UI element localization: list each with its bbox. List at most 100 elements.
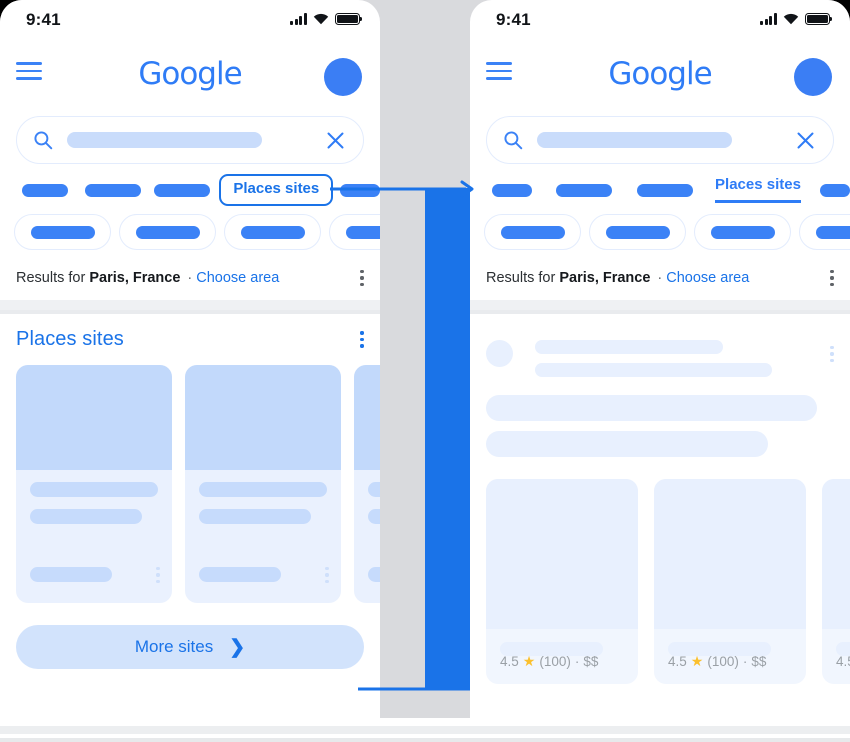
- filter-chip-2[interactable]: [119, 214, 216, 250]
- place-card[interactable]: 4.5 ★ (100) · $$: [486, 479, 638, 684]
- wifi-icon: [313, 13, 329, 25]
- place-title-placeholder: [30, 482, 158, 497]
- filter-chip-4[interactable]: [799, 214, 850, 250]
- places-card-carousel[interactable]: 4.5 ★ (100) · $$ 4.5 ★ (100) · $$ 4.: [470, 457, 850, 684]
- star-icon: ★: [522, 653, 536, 669]
- tab-places-sites[interactable]: Places sites: [715, 176, 801, 204]
- kebab-menu-icon[interactable]: [325, 566, 329, 583]
- tab-places-sites[interactable]: Places sites: [219, 174, 334, 206]
- tab-placeholder-1[interactable]: [22, 183, 68, 197]
- search-area: [470, 106, 850, 172]
- close-icon[interactable]: [326, 131, 345, 150]
- results-location: Paris, France: [89, 270, 181, 286]
- place-thumbnail: [354, 365, 380, 470]
- tab-placeholder-4[interactable]: [819, 183, 850, 197]
- app-bar: Google: [470, 44, 850, 106]
- status-time: 9:41: [26, 10, 61, 29]
- skeleton-line-1: [535, 340, 724, 354]
- filter-chip-3[interactable]: [224, 214, 321, 250]
- place-thumbnail: [654, 479, 806, 629]
- tab-strip[interactable]: Places sites: [470, 172, 850, 208]
- skeleton-bars: [470, 377, 850, 457]
- filter-chip-4[interactable]: [329, 214, 380, 250]
- backdrop-bottom: [0, 718, 850, 742]
- account-avatar[interactable]: [324, 58, 362, 96]
- filter-chip-2[interactable]: [589, 214, 686, 250]
- search-icon: [503, 130, 523, 150]
- kebab-menu-icon[interactable]: [830, 269, 834, 287]
- search-input[interactable]: [537, 132, 732, 148]
- place-action-placeholder[interactable]: [199, 567, 281, 583]
- star-icon: ★: [690, 653, 704, 669]
- rating-value: 4.5: [500, 654, 519, 669]
- place-action-placeholder[interactable]: [30, 567, 112, 583]
- search-bar[interactable]: [486, 116, 834, 164]
- tab-placeholder-3[interactable]: [154, 183, 211, 197]
- skeleton-header: [470, 314, 850, 377]
- places-card-carousel[interactable]: [0, 359, 380, 603]
- place-card[interactable]: [185, 365, 341, 603]
- place-thumbnail: [486, 479, 638, 629]
- chevron-right-icon: ❯: [229, 636, 246, 658]
- kebab-menu-icon[interactable]: [156, 566, 160, 583]
- skeleton-avatar: [486, 340, 513, 367]
- skeleton-title-lines: [535, 340, 820, 377]
- place-thumbnail: [185, 365, 341, 470]
- filter-chip-row[interactable]: [470, 208, 850, 256]
- more-sites-button[interactable]: More sites ❯: [16, 625, 364, 669]
- more-sites-wrap: More sites ❯: [0, 603, 380, 687]
- rating-separator: ·: [574, 654, 580, 669]
- choose-area-link[interactable]: Choose area: [666, 270, 749, 286]
- cellular-signal-icon: [760, 13, 777, 25]
- place-title-placeholder: [368, 482, 380, 497]
- tab-placeholder-4[interactable]: [340, 183, 380, 197]
- page-title: Places sites: [16, 328, 124, 350]
- filter-chip-row[interactable]: [0, 208, 380, 256]
- filter-chip-1[interactable]: [14, 214, 111, 250]
- place-rating: 4.5 ★ (100) · $$: [500, 653, 598, 670]
- bottom-gray-strip-2: [0, 738, 850, 742]
- kebab-menu-icon[interactable]: [830, 346, 834, 363]
- section-divider: [470, 300, 850, 310]
- kebab-menu-icon[interactable]: [360, 331, 364, 348]
- place-card[interactable]: 4.5 ★ (100) · $$: [654, 479, 806, 684]
- place-card[interactable]: [16, 365, 172, 603]
- results-prefix: Results for: [486, 270, 556, 286]
- app-bar: Google: [0, 44, 380, 106]
- place-action-placeholder[interactable]: [368, 567, 380, 583]
- tab-placeholder-2[interactable]: [84, 183, 141, 197]
- place-card-footer: [199, 566, 329, 583]
- tab-placeholder-1[interactable]: [492, 183, 532, 197]
- right-phone-screen: 9:41 Google Places sites Results for Par…: [470, 0, 850, 718]
- status-icons: [760, 13, 833, 25]
- close-icon[interactable]: [796, 131, 815, 150]
- choose-area-link[interactable]: Choose area: [196, 270, 279, 286]
- google-logo: Google: [608, 56, 712, 92]
- rating-value: 4.5: [668, 654, 687, 669]
- tab-placeholder-3[interactable]: [636, 183, 693, 197]
- filter-chip-3[interactable]: [694, 214, 791, 250]
- place-card[interactable]: [354, 365, 380, 603]
- more-sites-label: More sites: [134, 637, 214, 656]
- place-card-footer: [368, 567, 380, 583]
- search-icon: [33, 130, 53, 150]
- battery-icon: [805, 13, 833, 25]
- tab-strip[interactable]: Places sites: [0, 172, 380, 208]
- search-input[interactable]: [67, 132, 262, 148]
- place-title-placeholder: [199, 482, 327, 497]
- place-subtitle-placeholder: [368, 509, 380, 524]
- place-rating: 4.5 ★ (100) · $$: [668, 653, 766, 670]
- status-bar: 9:41: [470, 0, 850, 44]
- results-separator: ·: [187, 270, 193, 286]
- review-count: (100): [707, 654, 739, 669]
- account-avatar[interactable]: [794, 58, 832, 96]
- kebab-menu-icon[interactable]: [360, 269, 364, 287]
- search-bar[interactable]: [16, 116, 364, 164]
- places-sites-section: Places sites More sites ❯: [0, 314, 380, 687]
- filter-chip-1[interactable]: [484, 214, 581, 250]
- left-phone-screen: 9:41 Google Places sites Results for Par…: [0, 0, 380, 718]
- places-sites-skeleton-section: 4.5 ★ (100) · $$ 4.5 ★ (100) · $$ 4.: [470, 314, 850, 684]
- tab-placeholder-2[interactable]: [556, 183, 613, 197]
- results-location: Paris, France: [559, 270, 651, 286]
- place-card[interactable]: 4.5 ★ (100) · $$: [822, 479, 850, 684]
